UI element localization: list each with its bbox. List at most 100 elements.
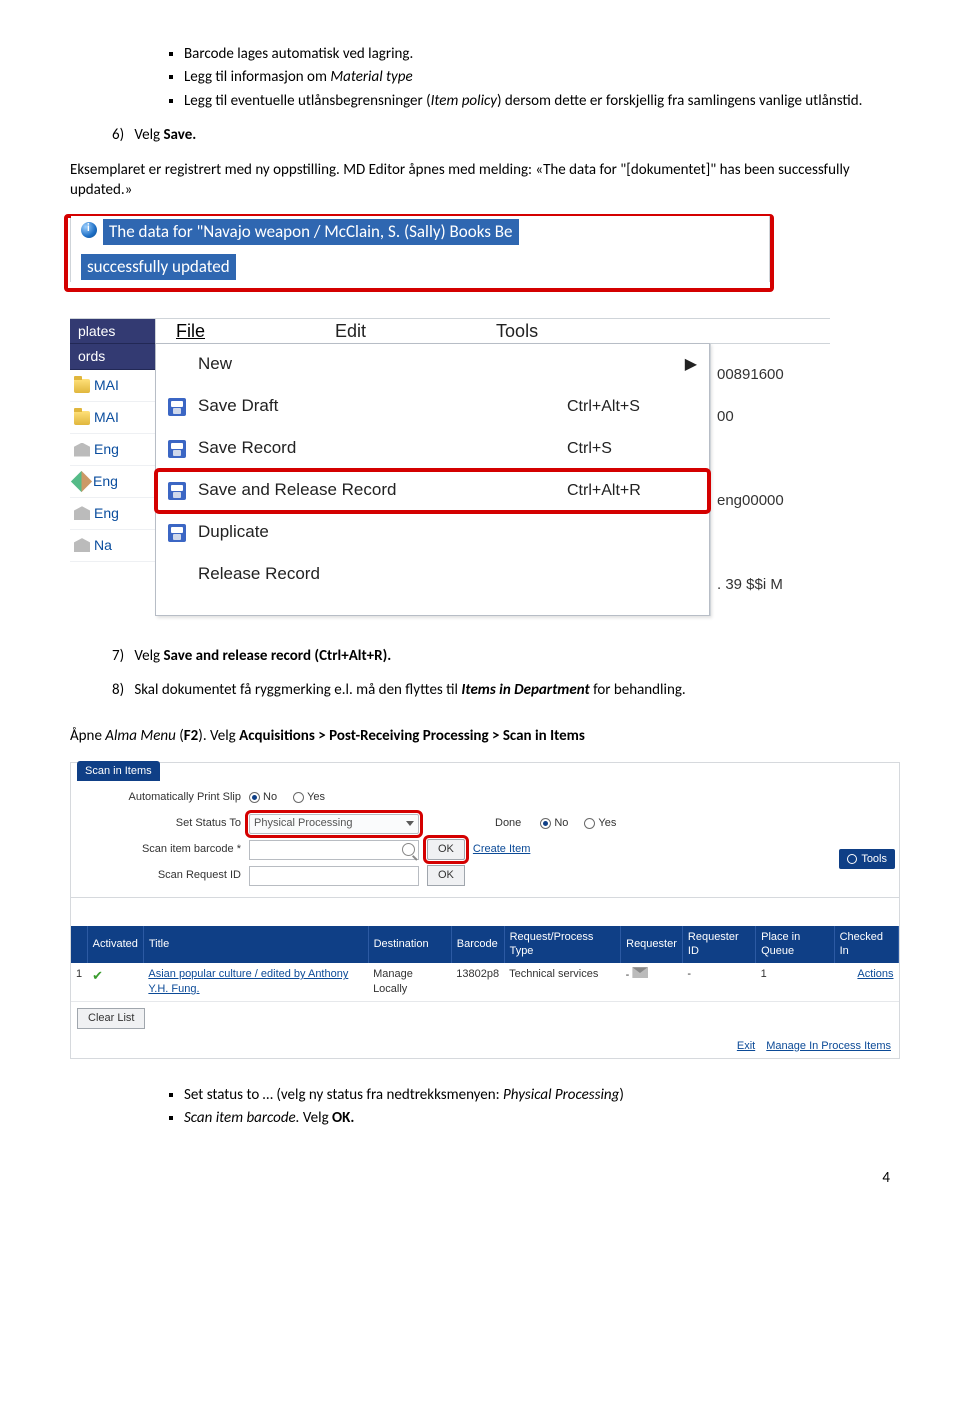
tools-button[interactable]: Tools — [839, 849, 895, 870]
bold: Save. — [163, 126, 196, 144]
label-scan-request-id: Scan Request ID — [81, 868, 241, 883]
label: Eng — [94, 504, 119, 523]
hint: eng00000 — [717, 480, 824, 522]
right-partial-text: 00891600 00 eng00000 . 39 $$i M — [710, 344, 830, 616]
radio-yes[interactable]: Yes — [293, 790, 325, 805]
shortcut: Ctrl+Alt+R — [567, 480, 697, 502]
radio-icon — [293, 792, 304, 803]
left-item[interactable]: MAI — [70, 402, 155, 434]
menu-item-duplicate[interactable]: Duplicate — [156, 512, 709, 554]
menu-item-save-draft[interactable]: Save Draft Ctrl+Alt+S — [156, 386, 709, 428]
label: Tools — [861, 852, 887, 867]
menu-item-new[interactable]: New ▶ — [156, 344, 709, 386]
emphasis: Scan item barcode. — [184, 1109, 300, 1127]
items-table: Activated Title Destination Barcode Requ… — [71, 926, 899, 1002]
th — [71, 926, 87, 964]
submenu-arrow-icon: ▶ — [685, 354, 697, 376]
radio-no[interactable]: No — [249, 790, 277, 805]
menu-item-save-record[interactable]: Save Record Ctrl+S — [156, 428, 709, 470]
th[interactable]: Destination — [368, 926, 451, 964]
left-item[interactable]: Na — [70, 530, 155, 562]
th[interactable]: Requester — [621, 926, 683, 964]
cell-barcode: 13802p8 — [451, 963, 504, 1001]
label: Na — [94, 536, 112, 555]
label: Save and Release Record — [198, 479, 555, 502]
check-icon: ✔ — [92, 968, 103, 983]
blank-icon — [168, 356, 186, 374]
cell-activated: ✔ — [87, 963, 143, 1001]
emphasis: Physical Processing — [503, 1086, 619, 1104]
status-dropdown[interactable]: Physical Processing — [249, 814, 419, 834]
label: No — [554, 816, 568, 831]
ok-button-2[interactable]: OK — [427, 865, 465, 886]
manage-link[interactable]: Manage In Process Items — [766, 1040, 891, 1052]
th[interactable]: Barcode — [451, 926, 504, 964]
th[interactable]: Place in Queue — [756, 926, 834, 964]
info-message-line2: successfully updated — [81, 254, 236, 281]
text: - — [626, 969, 630, 981]
menu-item-release-record[interactable]: Release Record — [156, 554, 709, 596]
page-number: 4 — [70, 1168, 890, 1188]
hint: . 39 $$i M — [717, 564, 824, 606]
table-header-row: Activated Title Destination Barcode Requ… — [71, 926, 899, 964]
cell-destination: Manage Locally — [368, 963, 451, 1001]
menu-edit[interactable]: Edit — [335, 319, 366, 343]
mail-icon[interactable] — [632, 967, 648, 978]
text: Legg til informasjon om — [184, 68, 330, 86]
left-tab[interactable]: ords — [70, 344, 155, 370]
menu-tools[interactable]: Tools — [496, 319, 538, 343]
left-tab[interactable]: plates — [70, 319, 155, 345]
th[interactable]: Checked In — [834, 926, 898, 964]
left-item[interactable]: Eng — [70, 434, 155, 466]
cell-num: 1 — [71, 963, 87, 1001]
bullet-item: Set status to … (velg ny status fra nedt… — [184, 1085, 890, 1105]
label: Save Draft — [198, 395, 555, 418]
th[interactable]: Request/Process Type — [504, 926, 621, 964]
cell-checked-in: Actions — [834, 963, 898, 1001]
menu-file[interactable]: File — [176, 319, 205, 343]
file-dropdown: New ▶ Save Draft Ctrl+Alt+S Save Record … — [155, 343, 710, 616]
th[interactable]: Title — [143, 926, 368, 964]
ok-button[interactable]: OK — [427, 839, 465, 860]
actions-link[interactable]: Actions — [857, 968, 893, 980]
create-item-link[interactable]: Create Item — [473, 842, 530, 857]
label-scan-barcode: Scan item barcode * — [81, 842, 241, 857]
radio-done-no[interactable]: No — [540, 816, 568, 831]
folder-icon — [74, 379, 90, 393]
request-id-input[interactable] — [249, 866, 419, 886]
bullet-item: Barcode lages automatisk ved lagring. — [184, 44, 890, 64]
text: ) dersom dette er forskjellig fra samlin… — [497, 92, 862, 110]
cell-process-type: Technical services — [504, 963, 621, 1001]
barcode-input[interactable] — [249, 840, 419, 860]
th[interactable]: Activated — [87, 926, 143, 964]
bullet-list-top: Barcode lages automatisk ved lagring. Le… — [160, 44, 890, 111]
cell-title: Asian popular culture / edited by Anthon… — [143, 963, 368, 1001]
bold-italic: Items in Department — [461, 681, 589, 699]
save-icon — [168, 482, 186, 500]
bullet-item: Scan item barcode. Velg OK. — [184, 1108, 890, 1128]
bold: OK. — [332, 1109, 354, 1127]
left-item[interactable]: MAI — [70, 370, 155, 402]
step-number: 8) — [112, 681, 124, 699]
radio-done-yes[interactable]: Yes — [584, 816, 616, 831]
screenshot-scan-in-items: Scan in Items Automatically Print Slip N… — [70, 762, 900, 1059]
label: Yes — [307, 790, 325, 805]
left-item[interactable]: Eng — [70, 498, 155, 530]
save-icon — [168, 524, 186, 542]
label-set-status: Set Status To — [81, 816, 241, 831]
label: File — [176, 321, 205, 341]
blank-icon — [168, 566, 186, 584]
info-icon — [81, 222, 97, 238]
left-item[interactable]: Eng — [70, 466, 155, 498]
hint: 00 — [717, 396, 824, 438]
menu-item-save-release[interactable]: Save and Release Record Ctrl+Alt+R — [156, 470, 709, 512]
tab-scan-in-items[interactable]: Scan in Items — [77, 761, 160, 782]
exit-link[interactable]: Exit — [737, 1040, 755, 1052]
emphasis: Item policy — [431, 92, 497, 110]
save-icon — [168, 398, 186, 416]
step-7: 7) Velg Save and release record (Ctrl+Al… — [112, 646, 890, 666]
th[interactable]: Requester ID — [682, 926, 755, 964]
clear-list-button[interactable]: Clear List — [77, 1008, 145, 1029]
bold: Save and release record (Ctrl+Alt+R). — [163, 647, 391, 665]
title-link[interactable]: Asian popular culture / edited by Anthon… — [148, 968, 348, 995]
